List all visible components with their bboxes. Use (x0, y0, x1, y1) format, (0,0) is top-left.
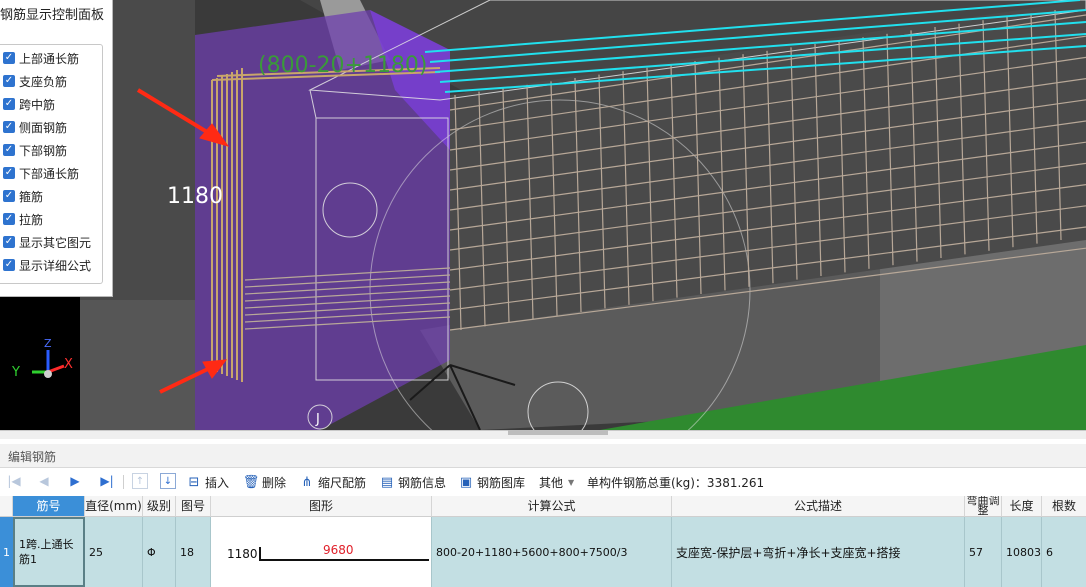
checkbox-checked-icon[interactable]: ✓ (3, 98, 15, 110)
cell-count[interactable]: 6 (1042, 517, 1086, 587)
rebar-table: 筋号 直径(mm) 级别 图号 图形 计算公式 公式描述 弯曲调整 长度 根数 … (0, 496, 1086, 587)
rebar-library-button[interactable]: ▣ 钢筋图库 (458, 473, 525, 491)
header-bar-no[interactable]: 筋号 (13, 496, 85, 517)
checkbox-label: 下部钢筋 (19, 143, 68, 158)
checkbox-checked-icon[interactable]: ✓ (3, 52, 15, 64)
checkbox-label: 跨中筋 (19, 97, 56, 112)
toggle-bottom-through-bar[interactable]: ✓ 下部通长筋 (3, 163, 79, 183)
panel-title: 钢筋显示控制面板 (0, 8, 105, 23)
checkbox-label: 下部通长筋 (19, 166, 80, 181)
edit-rebar-section-header: 编辑钢筋 (0, 444, 1086, 468)
trash-icon: 🗑 (242, 474, 260, 490)
toolbar-divider (123, 475, 124, 489)
checkbox-label: 显示其它图元 (19, 235, 92, 250)
other-label: 其他 (539, 475, 564, 490)
info-sheet-icon: ▤ (380, 474, 394, 490)
rebar-display-control-panel: 钢筋显示控制面板 ✓ 上部通长筋 ✓ 支座负筋 ✓ 跨中筋 ✓ 侧面钢筋 ✓ 下部钢筋 ✓… (0, 0, 113, 297)
next-record-icon[interactable]: ▶ (67, 473, 83, 489)
cell-grade[interactable]: Φ (143, 517, 176, 587)
cell-length[interactable]: 10803 (1002, 517, 1042, 587)
delete-label: 删除 (262, 475, 287, 490)
header-formula[interactable]: 计算公式 (432, 496, 672, 517)
cell-shape-no[interactable]: 18 (176, 517, 211, 587)
cell-formula[interactable]: 800-20+1180+5600+800+7500/3 (432, 517, 672, 587)
shape-drawing (259, 547, 429, 561)
first-record-icon[interactable]: |◀ (6, 473, 22, 489)
toggle-midspan-bar[interactable]: ✓ 跨中筋 (3, 94, 55, 114)
scale-rebar-button[interactable]: ⋔ 缩尺配筋 (299, 473, 366, 491)
header-shape[interactable]: 图形 (211, 496, 432, 517)
marker-label: J (315, 412, 320, 427)
header-grade[interactable]: 级别 (143, 496, 176, 517)
dropdown-caret-icon: ▼ (568, 477, 575, 487)
checkbox-checked-icon[interactable]: ✓ (3, 121, 15, 133)
checkbox-label: 侧面钢筋 (19, 120, 68, 135)
cell-bend-adjust[interactable]: 57 (965, 517, 1002, 587)
move-down-icon[interactable]: ↓ (160, 473, 176, 489)
splitter-grip[interactable] (508, 430, 608, 435)
cell-diameter[interactable]: 25 (85, 517, 143, 587)
checkbox-checked-icon[interactable]: ✓ (3, 75, 15, 87)
scale-rebar-label: 缩尺配筋 (318, 475, 367, 490)
cell-shape[interactable]: 1180 9680 (211, 517, 432, 587)
checkbox-list: ✓ 上部通长筋 ✓ 支座负筋 ✓ 跨中筋 ✓ 侧面钢筋 ✓ 下部钢筋 ✓ 下部通长筋 ✓ 箍筋… (0, 44, 103, 284)
checkbox-label: 拉筋 (19, 212, 44, 227)
toggle-support-negative-bar[interactable]: ✓ 支座负筋 (3, 71, 67, 91)
rebar-library-label: 钢筋图库 (477, 475, 526, 490)
header-count[interactable]: 根数 (1042, 496, 1086, 517)
3d-viewport[interactable]: Z X Y (800-20+1180) 1180 J 钢筋显示控制面板 ✓ 上部通… (0, 0, 1086, 430)
library-icon: ▣ (459, 474, 473, 490)
cell-description[interactable]: 支座宽-保护层+弯折+净长+支座宽+搭接 (672, 517, 965, 587)
toggle-other-elements[interactable]: ✓ 显示其它图元 (3, 232, 91, 252)
header-diameter[interactable]: 直径(mm) (85, 496, 143, 517)
insert-button[interactable]: ⊟ 插入 (186, 473, 229, 491)
section-title: 编辑钢筋 (8, 450, 57, 464)
header-shape-no[interactable]: 图号 (176, 496, 211, 517)
prev-record-icon[interactable]: ◀ (36, 473, 52, 489)
last-record-icon[interactable]: ▶| (99, 473, 115, 489)
rebar-edit-toolbar: |◀ ◀ ▶ ▶| ↑ ↓ ⊟ 插入 🗑 删除 ⋔ 缩尺配筋 ▤ 钢筋信息 ▣ 钢筋图库 … (0, 469, 1086, 495)
checkbox-checked-icon[interactable]: ✓ (3, 213, 15, 225)
delete-button[interactable]: 🗑 删除 (243, 473, 286, 491)
ruler-icon: ⋔ (301, 474, 313, 490)
checkbox-checked-icon[interactable]: ✓ (3, 167, 15, 179)
total-weight-readout: 单构件钢筋总重(kg)：3381.261 (587, 475, 765, 490)
row-index[interactable]: 1 (0, 517, 13, 587)
header-length[interactable]: 长度 (1002, 496, 1042, 517)
axis-z-label: Z (44, 337, 52, 350)
pane-splitter[interactable] (0, 430, 1086, 439)
toggle-side-bar[interactable]: ✓ 侧面钢筋 (3, 117, 67, 137)
toggle-tie-bar[interactable]: ✓ 拉筋 (3, 209, 43, 229)
checkbox-checked-icon[interactable]: ✓ (3, 236, 15, 248)
checkbox-label: 上部通长筋 (19, 51, 80, 66)
checkbox-label: 显示详细公式 (19, 258, 92, 273)
corner-header (0, 496, 13, 517)
dimension-label: 1180 (167, 184, 223, 209)
checkbox-checked-icon[interactable]: ✓ (3, 190, 15, 202)
checkbox-label: 支座负筋 (19, 74, 68, 89)
toggle-detailed-formula[interactable]: ✓ 显示详细公式 (3, 255, 91, 275)
other-dropdown[interactable]: 其他 ▼ (539, 473, 574, 491)
axis-x-label: X (64, 357, 73, 372)
rebar-3d-scene[interactable]: Z X Y (800-20+1180) 1180 J (0, 0, 1086, 430)
toggle-bottom-bar[interactable]: ✓ 下部钢筋 (3, 140, 67, 160)
header-bend-adjust[interactable]: 弯曲调整 (965, 496, 1002, 517)
insert-label: 插入 (205, 475, 230, 490)
checkbox-label: 箍筋 (19, 189, 44, 204)
checkbox-checked-icon[interactable]: ✓ (3, 144, 15, 156)
header-description[interactable]: 公式描述 (672, 496, 965, 517)
formula-dimension-label: (800-20+1180) (258, 53, 428, 78)
toggle-stirrup[interactable]: ✓ 箍筋 (3, 186, 43, 206)
move-up-icon[interactable]: ↑ (132, 473, 148, 489)
shape-left-dim: 1180 (227, 547, 258, 561)
insert-icon: ⊟ (188, 474, 200, 490)
rebar-info-label: 钢筋信息 (398, 475, 447, 490)
toggle-top-through-bar[interactable]: ✓ 上部通长筋 (3, 48, 79, 68)
rebar-info-button[interactable]: ▤ 钢筋信息 (379, 473, 446, 491)
axis-y-label: Y (11, 365, 20, 380)
cell-bar-no[interactable]: 1跨.上通长筋1 (13, 517, 85, 587)
checkbox-checked-icon[interactable]: ✓ (3, 259, 15, 271)
